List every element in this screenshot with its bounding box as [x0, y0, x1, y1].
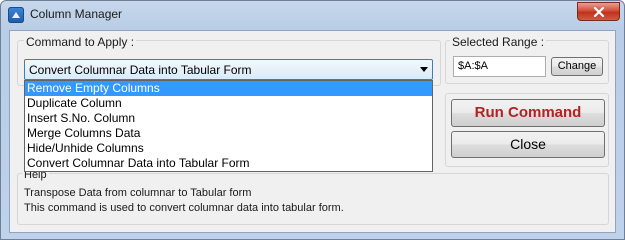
range-group-label: Selected Range :: [450, 35, 547, 49]
help-group: [17, 173, 609, 225]
dialog-body: Command to Apply : Convert Columnar Data…: [9, 30, 616, 233]
command-option-duplicate-column[interactable]: Duplicate Column: [25, 96, 432, 111]
selected-range-field[interactable]: $A:$A: [453, 56, 546, 77]
run-command-button[interactable]: Run Command: [451, 99, 605, 127]
change-range-button[interactable]: Change: [551, 57, 603, 76]
close-button[interactable]: Close: [451, 131, 605, 158]
help-text-line-2: This command is used to convert columnar…: [24, 202, 344, 214]
command-option-remove-empty-columns[interactable]: Remove Empty Columns: [25, 81, 432, 96]
column-manager-window: Column Manager Command to Apply : Conver…: [0, 0, 625, 240]
title-bar[interactable]: Column Manager: [1, 1, 624, 29]
command-option-hide-unhide-columns[interactable]: Hide/Unhide Columns: [25, 141, 432, 156]
window-title: Column Manager: [30, 7, 123, 21]
command-select-value: Convert Columnar Data into Tabular Form: [29, 63, 252, 77]
app-icon: [8, 7, 24, 23]
command-group-label: Command to Apply :: [24, 35, 137, 49]
command-select[interactable]: Convert Columnar Data into Tabular Form: [24, 59, 433, 80]
help-text-line-1: Transpose Data from columnar to Tabular …: [24, 187, 252, 199]
chevron-down-icon: [420, 67, 428, 72]
command-option-insert-sno-column[interactable]: Insert S.No. Column: [25, 111, 432, 126]
close-icon: [593, 7, 605, 17]
command-option-convert-columnar[interactable]: Convert Columnar Data into Tabular Form: [25, 156, 432, 171]
close-window-button[interactable]: [577, 2, 620, 21]
command-dropdown-list: Remove Empty Columns Duplicate Column In…: [24, 80, 433, 172]
command-option-merge-columns-data[interactable]: Merge Columns Data: [25, 126, 432, 141]
